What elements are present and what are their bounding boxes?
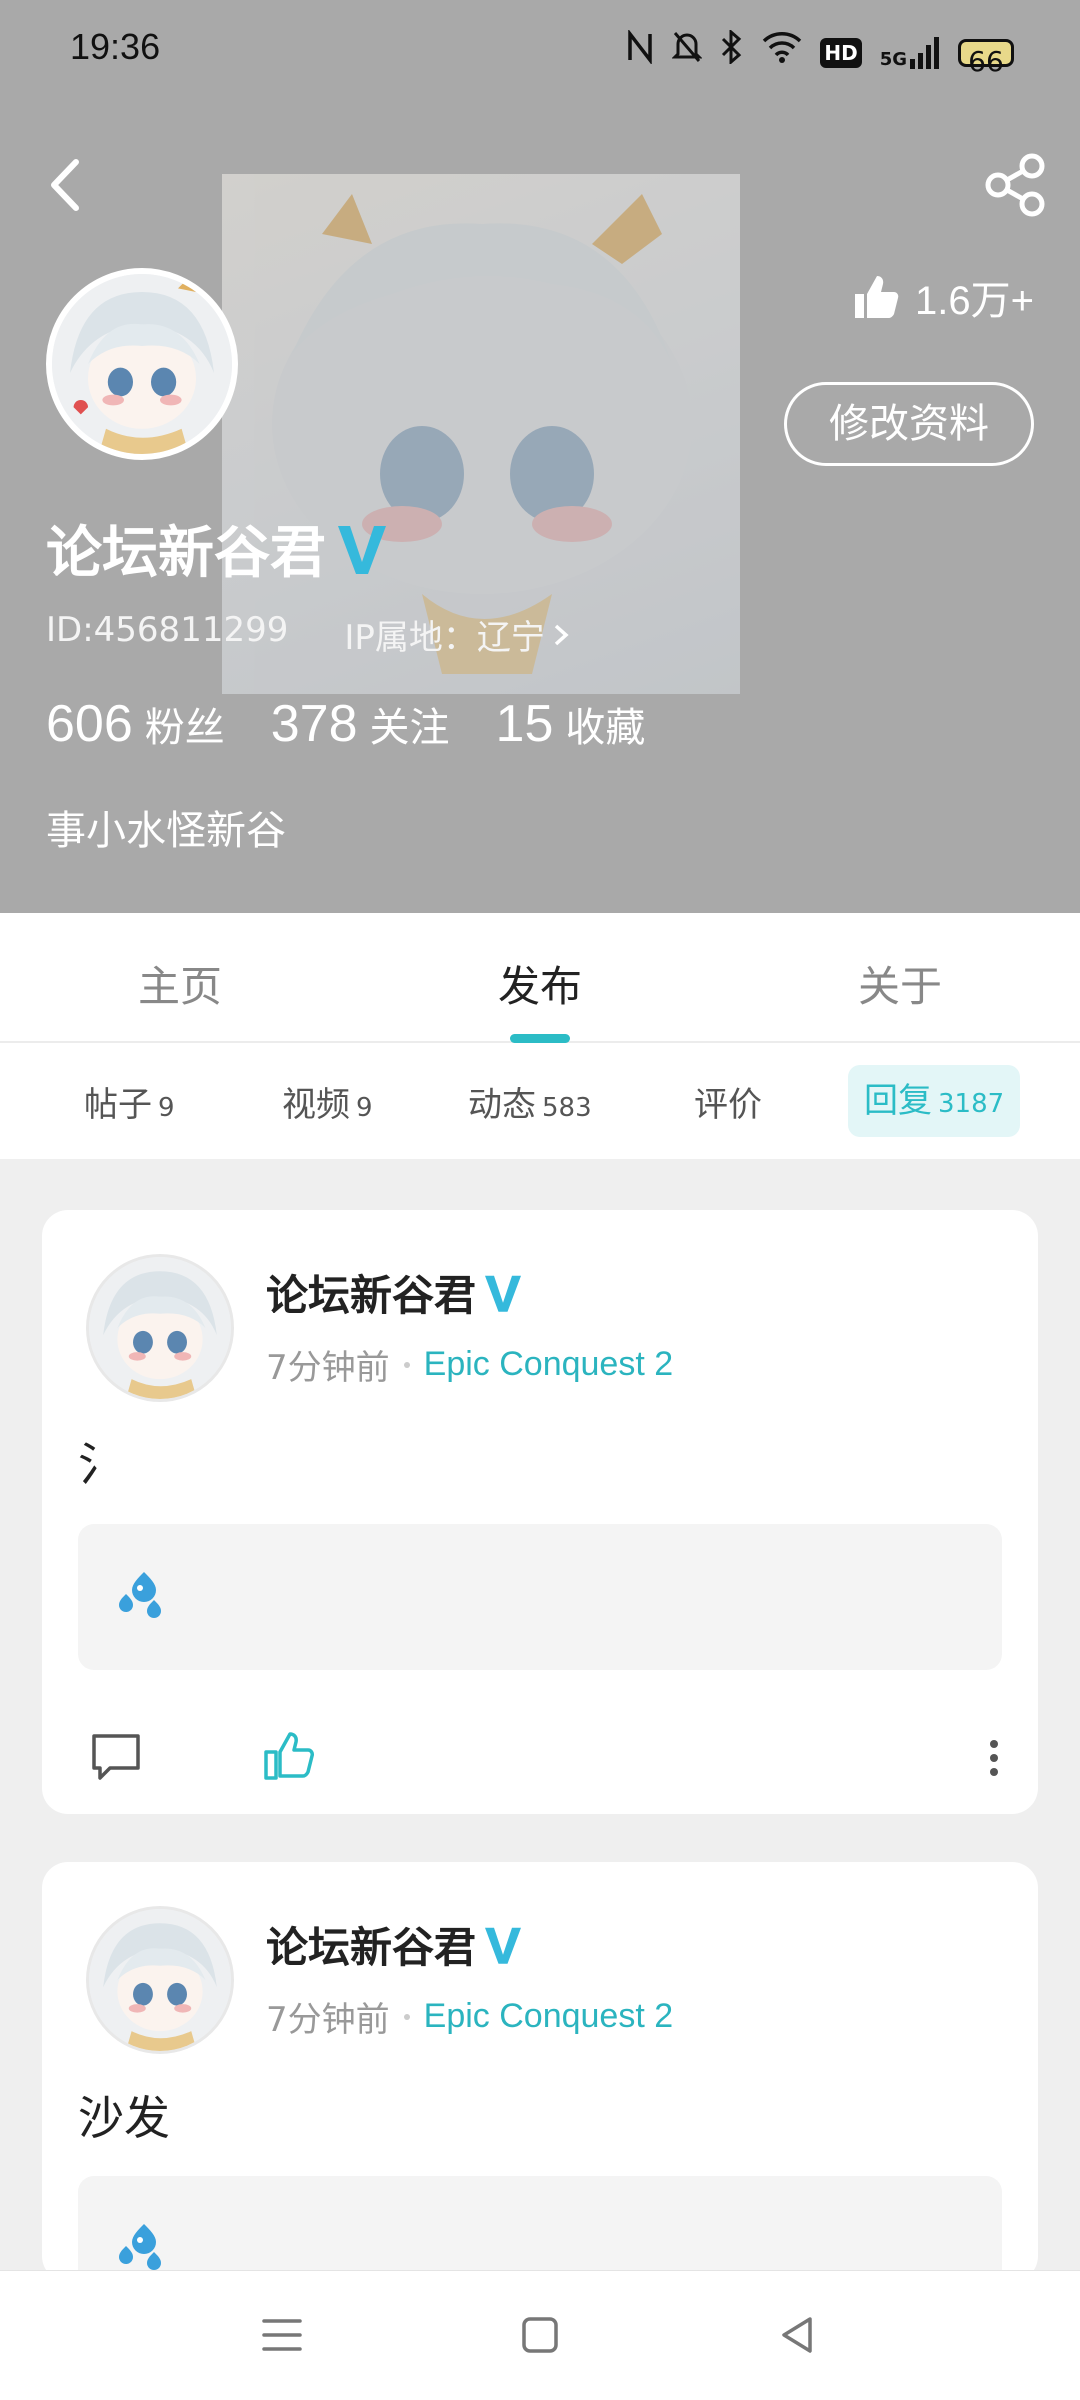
sub-tabs: 帖子 9 视频 9 动态 583 评价 回复 3187 <box>0 1043 1080 1159</box>
post-meta: 7分钟前 Epic Conquest 2 <box>266 1340 673 1389</box>
thumbs-up-icon <box>855 276 899 318</box>
id-row: ID:456811299 IP属地：辽宁 <box>46 610 571 659</box>
post-text: 沙发 <box>78 2091 170 2145</box>
separator-dot <box>403 2013 410 2020</box>
subtab-replies[interactable]: 回复 3187 <box>848 1065 1021 1137</box>
comment-icon[interactable] <box>88 1728 144 1784</box>
user-id: ID:456811299 <box>46 610 289 650</box>
ip-location-text: IP属地：辽宁 <box>344 618 545 658</box>
share-button[interactable] <box>980 150 1050 220</box>
profile-header: 19:36 HD 5G 66 1.6万+ 修改资料 论坛新谷君 ID:45681… <box>0 0 1080 913</box>
profile-stats: 606 粉丝 378 关注 15 收藏 <box>46 694 645 754</box>
post-author-name[interactable]: 论坛新谷君 <box>266 1262 476 1323</box>
water-drops-icon <box>119 2224 161 2270</box>
likes-counter: 1.6万+ <box>851 268 1034 326</box>
post-author-row: 论坛新谷君 <box>266 1262 524 1323</box>
subtab-reviews[interactable]: 评价 <box>694 1077 762 1126</box>
water-drops-icon <box>119 1572 161 1618</box>
main-tabs: 主页 发布 关于 <box>0 913 1080 1043</box>
tab-posted[interactable]: 发布 <box>498 953 582 1014</box>
subtab-videos[interactable]: 视频 9 <box>282 1077 373 1126</box>
subtab-moments[interactable]: 动态 583 <box>468 1077 592 1126</box>
post-author-row: 论坛新谷君 <box>266 1914 524 1975</box>
tab-indicator <box>510 1034 570 1043</box>
post-author-avatar[interactable] <box>86 1254 234 1402</box>
wifi-icon <box>762 31 802 74</box>
more-options-icon[interactable] <box>986 1734 1002 1782</box>
post-time: 7分钟前 <box>266 2000 390 2040</box>
separator-dot <box>403 1361 410 1368</box>
post-author-avatar[interactable] <box>86 1906 234 2054</box>
status-time: 19:36 <box>70 26 161 67</box>
like-icon[interactable] <box>260 1726 318 1784</box>
post-game-link[interactable]: Epic Conquest 2 <box>424 1345 674 1384</box>
verified-badge-icon <box>485 1927 522 1964</box>
post-card[interactable]: 论坛新谷君 7分钟前 Epic Conquest 2 沙发 <box>42 1862 1038 2322</box>
back-triangle-icon[interactable] <box>774 2311 822 2359</box>
status-bar: 19:36 HD 5G 66 <box>0 0 1080 100</box>
bluetooth-icon <box>720 28 744 75</box>
post-game-link[interactable]: Epic Conquest 2 <box>424 1997 674 2036</box>
status-icons: HD 5G 66 <box>626 28 1014 78</box>
post-card[interactable]: 论坛新谷君 7分钟前 Epic Conquest 2 氵 <box>42 1210 1038 1814</box>
post-actions <box>42 1704 1038 1814</box>
profile-name: 论坛新谷君 <box>46 521 326 586</box>
post-time: 7分钟前 <box>266 1348 390 1388</box>
profile-bio: 事小水怪新谷 <box>46 808 286 854</box>
system-nav-bar <box>0 2270 1080 2400</box>
ip-location[interactable]: IP属地：辽宁 <box>344 610 571 659</box>
nfc-icon <box>626 28 654 75</box>
stat-following[interactable]: 378 关注 <box>271 694 450 754</box>
verified-badge-icon <box>338 525 386 574</box>
stat-favorites[interactable]: 15 收藏 <box>496 694 646 754</box>
mute-icon <box>671 30 703 75</box>
battery-icon: 66 <box>958 38 1014 78</box>
verified-badge-icon <box>485 1275 522 1312</box>
edit-profile-button[interactable]: 修改资料 <box>784 382 1034 466</box>
chevron-right-icon <box>554 624 569 645</box>
post-text: 氵 <box>78 1437 124 1491</box>
menu-icon[interactable] <box>258 2311 306 2359</box>
tab-about[interactable]: 关于 <box>858 953 942 1014</box>
5g-signal-icon: 5G <box>880 36 940 69</box>
home-icon[interactable] <box>516 2311 564 2359</box>
stat-fans[interactable]: 606 粉丝 <box>46 694 225 754</box>
post-author-name[interactable]: 论坛新谷君 <box>266 1914 476 1975</box>
subtab-threads[interactable]: 帖子 9 <box>84 1077 175 1126</box>
avatar[interactable] <box>46 268 238 460</box>
back-button[interactable] <box>36 150 96 220</box>
profile-name-row: 论坛新谷君 <box>46 508 390 589</box>
tab-home[interactable]: 主页 <box>138 953 222 1014</box>
hd-icon: HD <box>820 37 862 68</box>
post-meta: 7分钟前 Epic Conquest 2 <box>266 1992 673 2041</box>
quoted-content[interactable] <box>78 1524 1002 1670</box>
likes-count: 1.6万+ <box>915 279 1034 323</box>
